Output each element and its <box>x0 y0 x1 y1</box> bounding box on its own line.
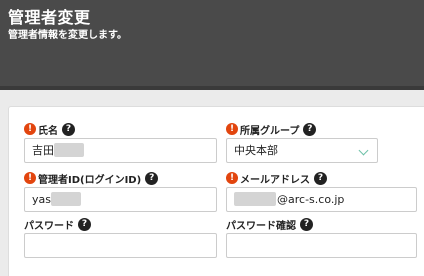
page-subtitle: 管理者情報を変更します。 <box>8 30 127 41</box>
email-value: @arc-s.co.jp <box>277 193 345 206</box>
email-input[interactable]: @arc-s.co.jp <box>226 187 417 212</box>
help-icon[interactable]: ? <box>300 217 313 231</box>
admin-id-input[interactable]: yas <box>24 187 217 212</box>
name-label: 氏名 <box>38 125 58 137</box>
chevron-down-icon <box>358 145 369 156</box>
password-input[interactable] <box>24 233 217 258</box>
password-confirm-input[interactable] <box>226 233 417 258</box>
required-icon: ! <box>24 172 36 184</box>
required-icon: ! <box>226 123 238 135</box>
page-header: 管理者変更 管理者情報を変更します。 <box>0 0 424 90</box>
help-icon[interactable]: ? <box>145 171 159 185</box>
password-field: パスワード ? <box>24 216 91 232</box>
admin-id-field: ! 管理者ID(ログインID) ? <box>24 170 159 186</box>
admin-id-value: yas <box>32 193 51 206</box>
name-input[interactable]: 吉田 <box>24 138 217 163</box>
group-label: 所属グループ <box>240 125 300 137</box>
redacted-mask <box>54 143 84 157</box>
password-confirm-field: パスワード確認 ? <box>226 216 313 232</box>
admin-id-label: 管理者ID(ログインID) <box>38 174 142 186</box>
help-icon[interactable]: ? <box>62 122 75 136</box>
password-label: パスワード <box>24 220 74 232</box>
group-field: ! 所属グループ ? <box>226 121 317 137</box>
name-field: ! 氏名 ? <box>24 121 75 137</box>
group-value: 中央本部 <box>234 144 278 157</box>
help-icon[interactable]: ? <box>303 122 317 136</box>
email-field: ! メールアドレス ? <box>226 170 327 186</box>
group-select[interactable]: 中央本部 <box>226 138 378 163</box>
email-label: メールアドレス <box>240 174 310 186</box>
name-value: 吉田 <box>32 144 54 157</box>
help-icon[interactable]: ? <box>314 171 327 185</box>
help-icon[interactable]: ? <box>78 217 91 231</box>
password-confirm-label: パスワード確認 <box>226 220 296 232</box>
redacted-mask <box>234 192 276 206</box>
required-icon: ! <box>226 172 238 184</box>
page-title: 管理者変更 <box>8 8 91 27</box>
redacted-mask <box>50 192 81 206</box>
required-icon: ! <box>24 123 36 135</box>
